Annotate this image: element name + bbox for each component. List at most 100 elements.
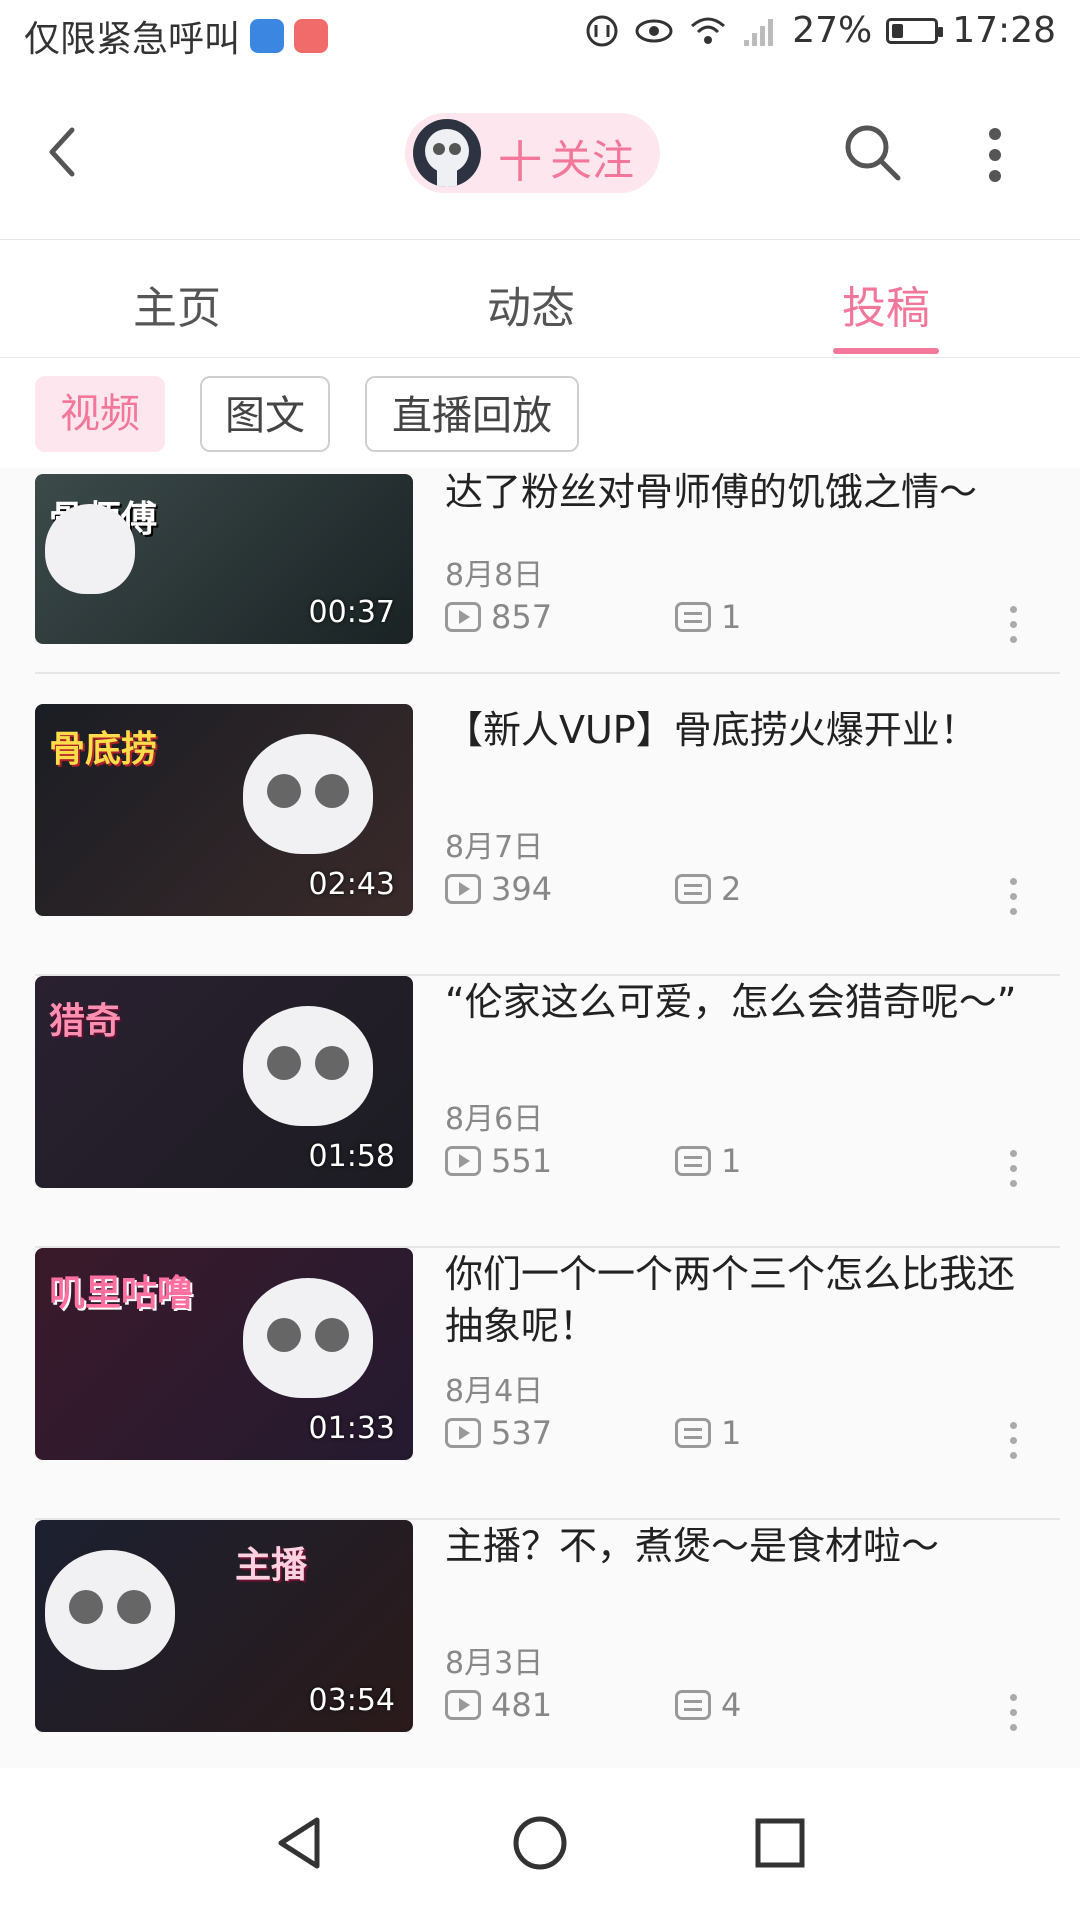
video-thumbnail[interactable]: 叽里咕噜 01:33 xyxy=(35,1248,413,1460)
comment-icon xyxy=(675,1146,711,1176)
system-nav-bar xyxy=(0,1768,1080,1920)
tab-submissions[interactable]: 投稿 xyxy=(806,272,966,336)
video-title[interactable]: 主播？不，煮煲～是食材啦～ xyxy=(445,1520,1035,1572)
view-count-value: 481 xyxy=(491,1686,553,1724)
thumbnail-caption: 叽里咕噜 xyxy=(49,1273,194,1314)
item-more-button[interactable] xyxy=(1005,878,1021,918)
status-bar: 仅限紧急呼叫 27% 17:28 xyxy=(0,0,1080,75)
video-thumbnail[interactable]: 骨师傅 00:37 xyxy=(35,474,413,644)
video-item[interactable]: 叽里咕噜 01:33 你们一个一个两个三个怎么比我还抽象呢！ 8月4日 537 … xyxy=(35,1248,1060,1520)
video-thumbnail[interactable]: 主播 03:54 xyxy=(35,1520,413,1732)
thumbnail-skull xyxy=(243,1278,373,1398)
top-nav: 十 关注 xyxy=(0,75,1080,240)
more-options-button[interactable] xyxy=(980,120,1010,190)
video-list: 骨师傅 00:37 达了粉丝对骨师傅的饥饿之情～ 8月8日 857 1 骨底捞 … xyxy=(0,468,1080,1768)
video-duration: 01:58 xyxy=(308,1139,395,1174)
comment-count-value: 4 xyxy=(721,1686,742,1724)
filter-image-text[interactable]: 图文 xyxy=(200,376,330,452)
square-recents-icon xyxy=(755,1818,805,1868)
item-more-button[interactable] xyxy=(1005,1150,1021,1190)
profile-tabs: 主页 动态 投稿 xyxy=(0,240,1080,358)
video-duration: 02:43 xyxy=(308,867,395,902)
video-duration: 00:37 xyxy=(308,595,395,630)
comment-icon xyxy=(675,874,711,904)
tab-dynamics[interactable]: 动态 xyxy=(451,272,611,336)
triangle-back-icon xyxy=(278,1817,320,1869)
comment-icon xyxy=(675,1690,711,1720)
carrier-text: 仅限紧急呼叫 xyxy=(24,19,241,60)
video-date: 8月8日 xyxy=(445,558,544,593)
plus-icon: 十 xyxy=(498,137,542,188)
comment-count: 1 xyxy=(675,598,741,636)
thumbnail-caption: 猎奇 xyxy=(49,1001,122,1042)
video-date: 8月7日 xyxy=(445,830,544,865)
view-count-value: 551 xyxy=(491,1142,553,1180)
video-title[interactable]: 达了粉丝对骨师傅的饥饿之情～ xyxy=(445,468,1035,518)
video-date: 8月4日 xyxy=(445,1374,544,1409)
nav-back-button[interactable] xyxy=(265,1808,335,1878)
comment-icon xyxy=(675,602,711,632)
video-item[interactable]: 猎奇 01:58 “伦家这么可爱，怎么会猎奇呢～” 8月6日 551 1 xyxy=(35,976,1060,1248)
more-vertical-icon xyxy=(989,128,1001,182)
chevron-left-icon xyxy=(49,127,75,177)
video-item[interactable]: 主播 03:54 主播？不，煮煲～是食材啦～ 8月3日 481 4 xyxy=(35,1520,1060,1768)
thumbnail-caption: 骨底捞 xyxy=(49,729,158,770)
view-count-value: 857 xyxy=(491,598,553,636)
video-item[interactable]: 骨底捞 02:43 【新人VUP】骨底捞火爆开业！ 8月7日 394 2 xyxy=(35,704,1060,976)
view-count: 537 xyxy=(445,1414,552,1452)
filter-live-replay[interactable]: 直播回放 xyxy=(365,376,579,452)
thumbnail-skull xyxy=(45,504,135,594)
shield-icon xyxy=(250,19,285,53)
nav-recents-button[interactable] xyxy=(745,1808,815,1878)
battery-level xyxy=(892,23,904,38)
comment-icon xyxy=(675,1418,711,1448)
thumbnail-caption: 主播 xyxy=(235,1545,308,1586)
video-title[interactable]: 你们一个一个两个三个怎么比我还抽象呢！ xyxy=(445,1248,1035,1352)
view-count: 857 xyxy=(445,598,552,636)
view-count-value: 537 xyxy=(491,1414,553,1452)
video-title[interactable]: 【新人VUP】骨底捞火爆开业！ xyxy=(445,704,1035,756)
video-thumbnail[interactable]: 骨底捞 02:43 xyxy=(35,704,413,916)
item-more-button[interactable] xyxy=(1005,1694,1021,1734)
nav-home-button[interactable] xyxy=(505,1808,575,1878)
search-button[interactable] xyxy=(840,120,904,184)
comment-count-value: 1 xyxy=(721,1142,742,1180)
thumbnail-skull xyxy=(243,734,373,854)
thumbnail-skull xyxy=(45,1550,175,1670)
play-count-icon xyxy=(445,1418,481,1448)
signal-icon xyxy=(744,18,774,46)
filter-video[interactable]: 视频 xyxy=(35,376,165,452)
item-more-button[interactable] xyxy=(1005,1422,1021,1462)
follow-label: 关注 xyxy=(550,136,635,185)
play-count-icon xyxy=(445,602,481,632)
circle-home-icon xyxy=(513,1816,567,1870)
wifi-icon xyxy=(691,17,726,44)
comment-count: 4 xyxy=(675,1686,741,1724)
back-button[interactable] xyxy=(34,122,94,182)
comment-count-value: 2 xyxy=(721,870,742,908)
view-count-value: 394 xyxy=(491,870,553,908)
nfc-icon xyxy=(586,15,618,46)
video-date: 8月3日 xyxy=(445,1646,544,1681)
video-item[interactable]: 骨师傅 00:37 达了粉丝对骨师傅的饥饿之情～ 8月8日 857 1 xyxy=(35,468,1060,674)
status-left: 仅限紧急呼叫 xyxy=(24,10,329,62)
play-count-icon xyxy=(445,874,481,904)
thumbnail-skull xyxy=(243,1006,373,1126)
video-date: 8月6日 xyxy=(445,1102,544,1137)
status-right: 27% 17:28 xyxy=(584,10,1056,51)
video-duration: 03:54 xyxy=(308,1683,395,1718)
tab-home[interactable]: 主页 xyxy=(97,272,257,336)
play-count-icon xyxy=(445,1690,481,1720)
comment-count: 2 xyxy=(675,870,741,908)
comment-count-value: 1 xyxy=(721,1414,742,1452)
item-more-button[interactable] xyxy=(1005,606,1021,646)
content-filters: 视频 图文 直播回放 xyxy=(0,358,1080,468)
video-thumbnail[interactable]: 猎奇 01:58 xyxy=(35,976,413,1188)
view-count: 394 xyxy=(445,870,552,908)
active-tab-indicator xyxy=(833,348,939,354)
video-title[interactable]: “伦家这么可爱，怎么会猎奇呢～” xyxy=(445,976,1035,1028)
view-count: 481 xyxy=(445,1686,552,1724)
comment-count-value: 1 xyxy=(721,598,742,636)
clock: 17:28 xyxy=(952,10,1056,51)
follow-button[interactable]: 十 关注 xyxy=(405,113,660,193)
